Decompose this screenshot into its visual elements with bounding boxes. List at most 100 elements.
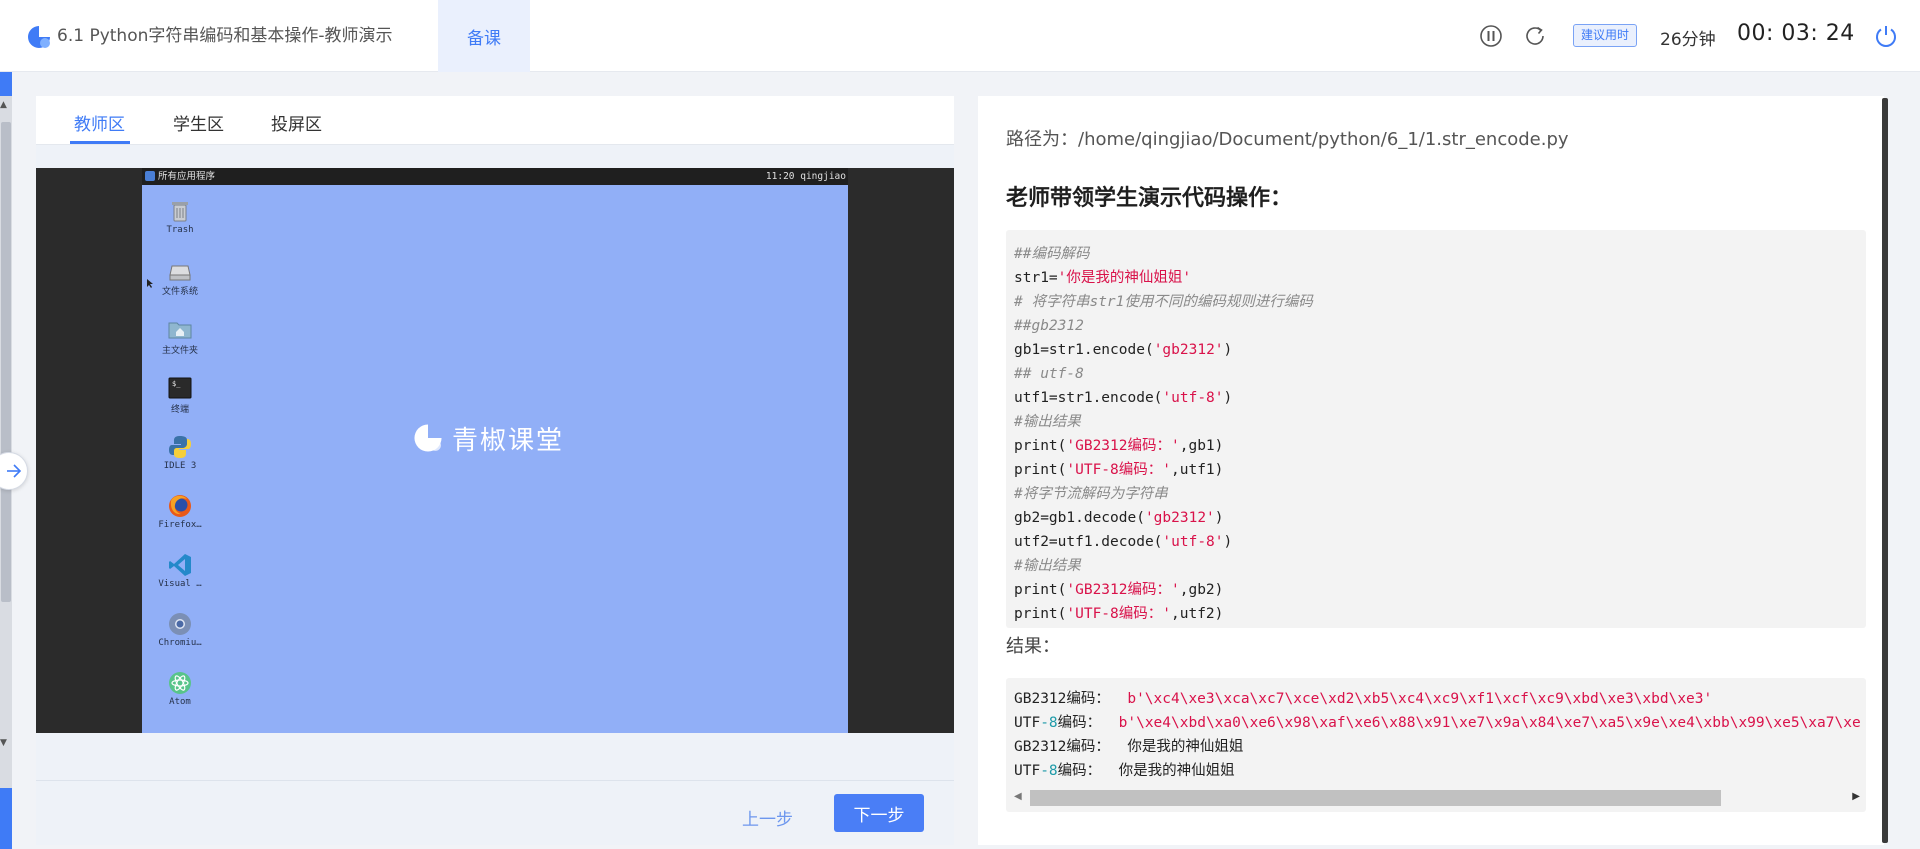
result-token: UTF [1014,763,1041,779]
drive-icon [169,265,191,281]
qingjiao-brand-watermark: 青椒课堂 [412,420,564,456]
desktop-icon-vscode[interactable]: Visual … [156,552,204,589]
arrow-right-icon [7,464,22,478]
code-token: 'UTF-8编码：' [1066,462,1171,478]
home-folder-icon [168,322,192,339]
code-token: ## utf-8 [1014,366,1084,382]
result-token: b'\xc4\xe3\xca\xc7\xce\xd2\xb5\xc4\xc9\x… [1127,691,1713,707]
file-path: 路径为：/home/qingjiao/Document/python/6_1/1… [1006,129,1569,150]
code-line: str1='你是我的神仙姐姐' [1014,266,1866,290]
right-panel-vertical-scrollbar[interactable] [1882,98,1888,843]
edge-accent-bottom [0,788,12,849]
desktop-icon-filesystem[interactable]: 文件系统 [156,257,204,297]
svg-text:$_: $_ [172,380,181,388]
code-token: ,utf2) [1171,606,1224,622]
code-token: str1= [1014,270,1058,286]
code-line: #将字节流解码为字符串 [1014,482,1866,506]
terminal-icon: $_ [168,377,192,399]
code-line: print('UTF-8编码：',utf2) [1014,602,1866,626]
tab-student-area[interactable]: 学生区 [173,110,224,135]
next-step-button[interactable]: 下一步 [834,794,924,832]
refresh-icon[interactable] [1522,23,1548,49]
desktop-icon-terminal[interactable]: $_ 终端 [156,375,204,415]
code-token: ,utf1) [1171,462,1224,478]
result-token: 编码： 你是我的神仙姐姐 [1057,763,1235,779]
vm-screen[interactable]: 所有应用程序 11:20 qingjiao Trash 文件系统 主文件夹 $_… [36,168,954,733]
lesson-title: 6.1 Python字符串编码和基本操作-教师演示 [57,26,393,46]
edge-scroll-thumb[interactable] [1,122,11,602]
code-token: ##编码解码 [1014,246,1090,262]
suggested-time-badge: 建议用时 [1573,24,1638,47]
vm-clock: 11:20 qingjiao [765,171,846,182]
code-line: #输出结果 [1014,554,1866,578]
code-token: 'UTF-8编码：' [1066,606,1171,622]
scroll-up-icon[interactable]: ▲ [0,100,7,110]
result-horizontal-scrollbar[interactable]: ◀ ▶ [1006,788,1866,808]
tab-projection-area[interactable]: 投屏区 [271,110,322,135]
code-block: ##编码解码 str1='你是我的神仙姐姐' # 将字符串str1使用不同的编码规则… [1006,230,1866,628]
firefox-icon [169,495,191,517]
tab-prepare-lesson[interactable]: 备课 [438,0,530,72]
code-token: ##gb2312 [1014,318,1084,334]
elapsed-timer: 00: 03: 24 [1737,21,1855,46]
code-token: ,gb2) [1179,582,1224,598]
scroll-right-icon[interactable]: ▶ [1852,791,1860,802]
code-line: gb2=gb1.decode('gb2312') [1014,506,1866,530]
code-line: ## utf-8 [1014,362,1866,386]
code-token: utf2=utf1.decode( [1014,534,1163,550]
result-line: UTF-8编码： 你是我的神仙姐姐 [1014,759,1866,783]
scroll-down-icon[interactable]: ▼ [0,738,7,748]
code-token: ) [1223,390,1233,406]
vm-top-bar: 所有应用程序 11:20 qingjiao [142,168,848,185]
result-line: UTF-8编码： b'\xe4\xbd\xa0\xe6\x98\xaf\xe6\… [1014,711,1866,735]
code-token: print( [1014,462,1067,478]
code-line: gb1=str1.encode('gb2312') [1014,338,1866,362]
code-token: 'utf-8' [1162,534,1224,550]
code-token: ) [1223,534,1233,550]
trash-icon [172,202,188,222]
area-tabs: 教师区 学生区 投屏区 [36,96,954,145]
code-token: 'GB2312编码：' [1066,582,1180,598]
top-bar: 6.1 Python字符串编码和基本操作-教师演示 备课 建议用时 26分钟 0… [0,0,1920,72]
code-token: ) [1214,510,1224,526]
result-token: UTF [1014,715,1041,731]
code-token: '你是我的神仙姐姐' [1057,270,1192,286]
code-line: ##编码解码 [1014,242,1866,266]
hscroll-thumb[interactable] [1030,790,1721,806]
section-heading: 老师带领学生演示代码操作： [1006,186,1293,211]
code-token: ,gb1) [1179,438,1224,454]
desktop-icon-firefox[interactable]: Firefox… [156,493,204,530]
code-token: 'gb2312' [1144,510,1215,526]
prev-step-button[interactable]: 上一步 [742,805,793,830]
result-line: GB2312编码： b'\xc4\xe3\xca\xc7\xce\xd2\xb5… [1014,687,1866,711]
pause-icon[interactable] [1478,23,1504,49]
desktop-icon-chromium[interactable]: Chromiu… [156,611,204,648]
result-token: GB2312编码： 你是我的神仙姐姐 [1014,739,1244,755]
app-menu-icon[interactable] [145,171,155,181]
code-token: gb2=gb1.decode( [1014,510,1145,526]
result-token: -8 [1040,715,1058,731]
code-token: utf1=str1.encode( [1014,390,1163,406]
vm-desktop[interactable]: 所有应用程序 11:20 qingjiao Trash 文件系统 主文件夹 $_… [142,168,848,733]
mouse-cursor-icon [147,279,153,288]
tab-teacher-area[interactable]: 教师区 [74,110,125,135]
code-token: ) [1223,342,1233,358]
qingjiao-brand-icon [414,424,442,452]
desktop-icon-atom[interactable]: Atom [156,670,204,707]
vm-app-menu[interactable]: 所有应用程序 [158,168,215,185]
desktop-icon-trash[interactable]: Trash [156,198,204,235]
chromium-icon [169,613,191,635]
code-token: 'utf-8' [1162,390,1224,406]
result-token: b'\xe4\xbd\xa0\xe6\x98\xaf\xe6\x88\x91\x… [1118,715,1861,731]
code-token: #将字节流解码为字符串 [1014,486,1168,502]
desktop-icon-home-folder[interactable]: 主文件夹 [156,316,204,356]
code-token: 'GB2312编码：' [1066,438,1180,454]
expand-sidebar-button[interactable] [0,452,28,490]
suggested-duration: 26分钟 [1660,30,1716,50]
teacher-panel: 教师区 学生区 投屏区 所有应用程序 11:20 qingjiao Trash [36,96,954,845]
desktop-icon-idle[interactable]: IDLE 3 [156,434,204,471]
scroll-left-icon[interactable]: ◀ [1014,791,1022,802]
code-token: 'gb2312' [1153,342,1224,358]
result-token: -8 [1040,763,1058,779]
power-icon[interactable] [1872,22,1900,50]
